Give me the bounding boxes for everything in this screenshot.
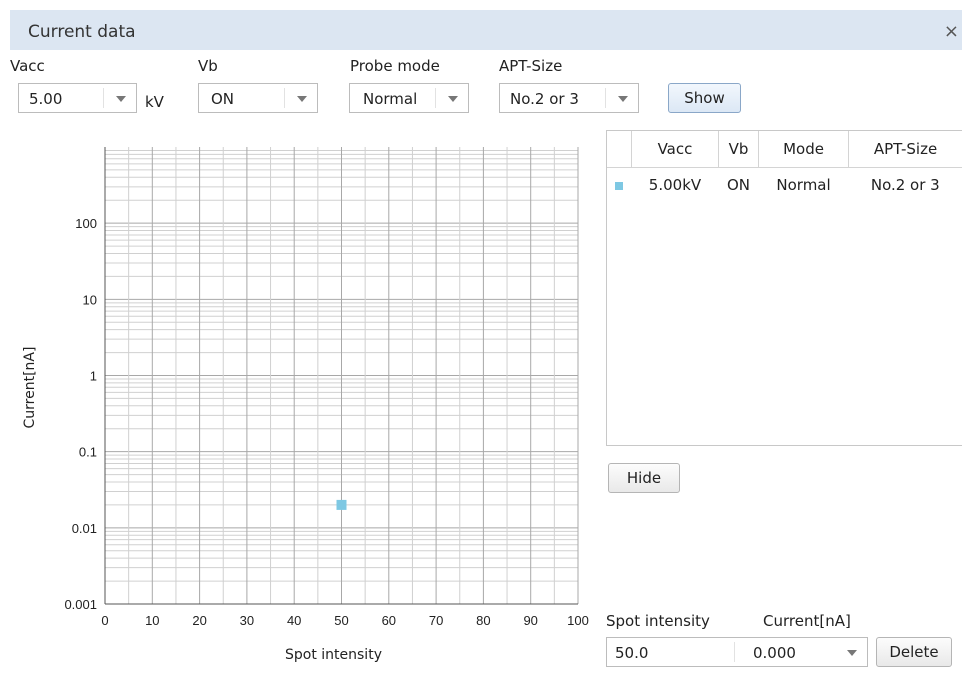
title-bar: Current data × bbox=[10, 10, 962, 50]
data-point bbox=[336, 499, 347, 510]
current-chart: 0 10 20 30 40 50 60 70 80 90 100 0.001 0.01 0.1 1 10 100… bbox=[10, 125, 598, 670]
x-tick-label: 70 bbox=[429, 613, 443, 628]
x-tick-label: 40 bbox=[287, 613, 301, 628]
column-header-mode[interactable]: Mode bbox=[758, 131, 850, 168]
current-input[interactable]: 0.000 bbox=[753, 644, 796, 662]
cell-apt-size: No.2 or 3 bbox=[870, 176, 940, 194]
vacc-dropdown[interactable]: 5.00 bbox=[18, 83, 137, 113]
y-tick-label: 0.001 bbox=[64, 597, 97, 612]
y-tick-label: 1 bbox=[90, 369, 97, 384]
table-row[interactable]: 5.00kV ON Normal No.2 or 3 bbox=[607, 168, 962, 203]
column-header-vacc[interactable]: Vacc bbox=[631, 131, 719, 168]
dropdown-separator bbox=[103, 88, 104, 108]
x-axis-title: Spot intensity bbox=[285, 647, 382, 663]
chevron-down-icon bbox=[297, 96, 307, 102]
dropdown-separator bbox=[605, 88, 606, 108]
x-tick-label: 100 bbox=[567, 613, 589, 628]
dropdown-separator bbox=[435, 88, 436, 108]
y-tick-label: 10 bbox=[83, 292, 97, 307]
window-title: Current data bbox=[28, 22, 136, 42]
vb-dropdown[interactable]: ON bbox=[198, 83, 318, 113]
hide-button[interactable]: Hide bbox=[608, 463, 680, 493]
grid-header-marker bbox=[607, 131, 632, 168]
x-tick-label: 10 bbox=[145, 613, 159, 628]
entry-field-group: 50.0 0.000 bbox=[606, 637, 868, 667]
close-icon[interactable]: × bbox=[944, 21, 959, 42]
cell-mode: Normal bbox=[776, 176, 831, 194]
x-tick-label: 20 bbox=[192, 613, 206, 628]
spot-intensity-label: Spot intensity bbox=[606, 612, 710, 630]
apt-size-value: No.2 or 3 bbox=[510, 90, 579, 108]
column-header-apt-size[interactable]: APT-Size bbox=[848, 131, 962, 168]
spot-intensity-input[interactable]: 50.0 bbox=[615, 644, 648, 662]
x-tick-label: 80 bbox=[476, 613, 490, 628]
y-tick-label: 0.01 bbox=[72, 521, 97, 536]
column-header-vb[interactable]: Vb bbox=[718, 131, 760, 168]
grid-header-row: Vacc Vb Mode APT-Size bbox=[607, 131, 962, 168]
show-button[interactable]: Show bbox=[668, 83, 741, 113]
field-divider bbox=[734, 642, 735, 662]
apt-size-label: APT-Size bbox=[499, 57, 563, 75]
x-tick-label: 90 bbox=[523, 613, 537, 628]
cell-vb: ON bbox=[726, 176, 750, 194]
vacc-label: Vacc bbox=[10, 57, 45, 75]
row-marker-icon bbox=[607, 168, 632, 203]
probe-mode-value: Normal bbox=[363, 90, 418, 108]
cell-vacc: 5.00kV bbox=[648, 176, 702, 194]
series-marker-icon bbox=[615, 182, 624, 190]
y-tick-label: 100 bbox=[75, 216, 97, 231]
chevron-down-icon bbox=[116, 96, 126, 102]
chevron-down-icon[interactable] bbox=[847, 650, 857, 656]
probe-mode-label: Probe mode bbox=[350, 57, 440, 75]
apt-size-dropdown[interactable]: No.2 or 3 bbox=[499, 83, 639, 113]
y-tick-label: 0.1 bbox=[79, 445, 97, 460]
data-grid: Vacc Vb Mode APT-Size 5.00kV ON Normal N… bbox=[606, 130, 962, 446]
delete-button[interactable]: Delete bbox=[876, 637, 952, 667]
vacc-value: 5.00 bbox=[29, 90, 63, 108]
chart-background bbox=[10, 125, 598, 670]
vacc-unit: kV bbox=[145, 93, 164, 111]
vb-value: ON bbox=[211, 90, 235, 108]
x-tick-label: 50 bbox=[334, 613, 348, 628]
x-tick-label: 30 bbox=[240, 613, 254, 628]
dropdown-separator bbox=[284, 88, 285, 108]
current-label: Current[nA] bbox=[763, 612, 851, 630]
x-tick-label: 0 bbox=[101, 613, 108, 628]
chevron-down-icon bbox=[618, 96, 628, 102]
chevron-down-icon bbox=[448, 96, 458, 102]
vb-label: Vb bbox=[198, 57, 218, 75]
x-tick-label: 60 bbox=[382, 613, 396, 628]
probe-mode-dropdown[interactable]: Normal bbox=[349, 83, 469, 113]
y-axis-title: Current[nA] bbox=[22, 347, 38, 429]
